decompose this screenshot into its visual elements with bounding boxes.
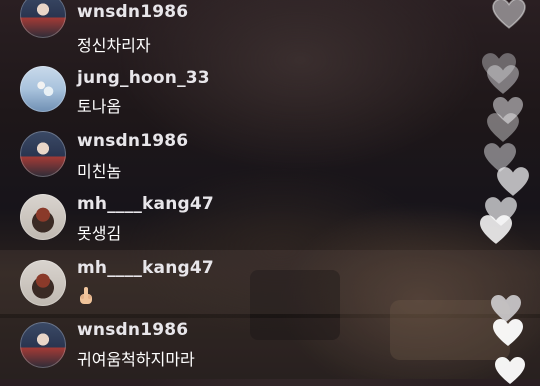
comment-item[interactable]: wnsdn1986 정신차리자 [0,0,470,55]
comment-message: 귀여움척하지마라 [77,350,195,369]
avatar[interactable] [20,194,66,240]
comment-message: 토나옴 [77,97,122,116]
comment-message: 못생김 [77,224,122,243]
comment-username[interactable]: mh____kang47 [77,258,214,278]
middle-finger-emoji-icon [80,287,92,304]
comment-username[interactable]: wnsdn1986 [77,320,188,340]
comment-username[interactable]: mh____kang47 [77,194,214,214]
avatar[interactable] [20,0,66,38]
comment-item[interactable]: jung_hoon_33 토나옴 [0,62,470,122]
comment-username[interactable]: wnsdn1986 [77,2,188,22]
avatar[interactable] [20,131,66,177]
comment-message: 미친놈 [77,162,122,181]
comment-message: 정신차리자 [77,36,151,55]
comment-item[interactable]: mh____kang47 [0,254,470,314]
heart-icon [492,0,526,29]
avatar[interactable] [20,66,66,112]
comment-username[interactable]: jung_hoon_33 [77,68,210,88]
comment-username[interactable]: wnsdn1986 [77,131,188,151]
comment-item[interactable]: wnsdn1986 귀여움척하지마라 [0,318,470,378]
heart-icon [493,319,523,346]
comment-item[interactable]: wnsdn1986 미친놈 [0,127,470,187]
heart-icon [480,215,512,244]
comment-item[interactable]: mh____kang47 못생김 [0,190,470,250]
heart-icon [487,65,519,94]
avatar[interactable] [20,322,66,368]
heart-icon [495,357,525,384]
heart-icon [487,113,519,142]
heart-icon [497,167,529,196]
avatar[interactable] [20,260,66,306]
